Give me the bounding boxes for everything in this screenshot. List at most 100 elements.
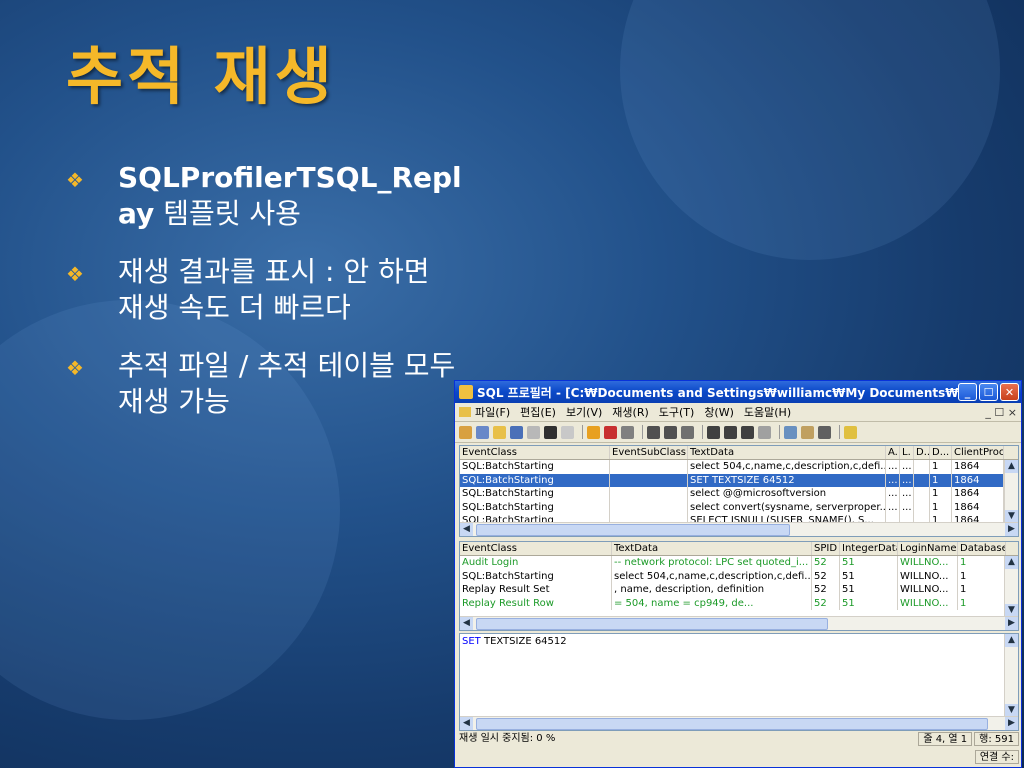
scroll-right-icon[interactable]: ▶ <box>1005 717 1018 730</box>
vertical-icon[interactable] <box>741 425 754 439</box>
minimize-button[interactable]: _ <box>958 383 977 401</box>
table-cell: ... <box>886 500 900 514</box>
table-row[interactable]: SQL:BatchStarting select 504,c,name,c,des… <box>460 569 1018 583</box>
vertical-scrollbar[interactable]: ▲ ▼ <box>1004 556 1018 617</box>
menu-tools[interactable]: 도구(T) <box>659 404 695 420</box>
column-header[interactable]: DatabaseI <box>958 542 1006 555</box>
table-cell: ... <box>900 487 914 501</box>
background-glow <box>620 0 1000 260</box>
find-icon[interactable] <box>544 425 557 439</box>
table-cell: select 504,c,name,c,description,c,defi..… <box>690 460 886 474</box>
run-to-cursor-icon[interactable] <box>664 425 677 439</box>
new-template-icon[interactable] <box>476 425 489 439</box>
column-header[interactable]: EventClass <box>460 542 612 555</box>
folder-icon <box>459 407 471 417</box>
table-cell: 52 <box>812 569 840 583</box>
menu-view[interactable]: 보기(V) <box>566 404 602 420</box>
start-replay-icon[interactable] <box>587 425 600 439</box>
trace-events-grid[interactable]: EventClass EventSubClass TextData A. L. … <box>459 445 1019 537</box>
vertical-scrollbar[interactable]: ▲ ▼ <box>1004 460 1018 523</box>
scroll-left-icon[interactable]: ◀ <box>460 717 473 730</box>
column-header[interactable]: LoginName <box>898 542 958 555</box>
close-button[interactable]: ✕ <box>1000 383 1019 401</box>
scroll-thumb[interactable] <box>476 524 790 536</box>
clear-icon[interactable] <box>561 425 574 439</box>
table-cell: 1864 <box>952 487 1004 501</box>
stop-icon[interactable] <box>621 425 634 439</box>
table-cell: select @@microsoftversion <box>688 487 886 501</box>
toolbar-separator <box>582 425 583 439</box>
scroll-thumb[interactable] <box>476 718 988 730</box>
scroll-thumb[interactable] <box>476 618 828 630</box>
text-data-pane[interactable]: SET TEXTSIZE 64512 ▲ ▼ ◀ ▶ <box>459 633 1019 731</box>
window-titlebar[interactable]: SQL 프로필러 - [C:₩Documents and Settings₩wi… <box>455 381 1021 403</box>
table-cell: WILLNO... <box>898 556 958 570</box>
table-cell: 52 <box>812 583 840 597</box>
bullet-list: ❖ SQLProfilerTSQL_Replay 템플릿 사용 ❖ 재생 결과를… <box>66 160 466 442</box>
table-row[interactable]: Replay Result Row = 504, name = cp949, d… <box>460 596 1018 610</box>
tile-icon[interactable] <box>707 425 720 439</box>
vertical-scrollbar[interactable]: ▲ ▼ <box>1004 634 1018 717</box>
menu-edit[interactable]: 편집(E) <box>520 404 556 420</box>
column-header[interactable]: TextData <box>688 446 886 459</box>
table-row[interactable]: SQL:BatchStarting select convert(sysname,… <box>460 500 1018 514</box>
menu-help[interactable]: 도움말(H) <box>744 404 791 420</box>
table-cell: 1 <box>930 460 952 474</box>
save-icon[interactable] <box>510 425 523 439</box>
column-header[interactable]: TextData <box>612 542 812 555</box>
scroll-up-icon[interactable]: ▲ <box>1005 460 1018 473</box>
table-cell: 1 <box>958 556 1006 570</box>
open-icon[interactable] <box>493 425 506 439</box>
grid-header: EventClass EventSubClass TextData A. L. … <box>460 446 1018 460</box>
scroll-right-icon[interactable]: ▶ <box>1005 617 1018 630</box>
table-cell: 1864 <box>952 500 1004 514</box>
column-header[interactable]: A. <box>886 446 900 459</box>
table-row[interactable]: SQL:BatchStarting select 504,c,name,c,des… <box>460 460 1018 474</box>
bullet-item: ❖ 재생 결과를 표시 : 안 하면 재생 속도 더 빠르다 <box>66 254 448 326</box>
menu-window[interactable]: 창(W) <box>704 404 734 420</box>
query-analyzer-icon[interactable] <box>784 425 797 439</box>
breakpoint-icon[interactable] <box>681 425 694 439</box>
tuning-icon[interactable] <box>801 425 814 439</box>
mdi-window-controls[interactable]: _ ☐ × <box>985 406 1017 419</box>
column-header[interactable]: D.. <box>914 446 930 459</box>
bullet-item: ❖ 추적 파일 / 추적 테이블 모두 재생 가능 <box>66 348 466 420</box>
app-icon <box>459 385 473 399</box>
step-icon[interactable] <box>647 425 660 439</box>
table-row[interactable]: SQL:BatchStarting SET TEXTSIZE 64512.....… <box>460 473 1018 487</box>
horizontal-scrollbar[interactable]: ◀ ▶ <box>460 716 1018 730</box>
table-cell: , name, description, definition <box>612 583 812 597</box>
template-icon[interactable] <box>818 425 831 439</box>
menu-file[interactable]: 파일(F) <box>475 404 510 420</box>
maximize-button[interactable]: ☐ <box>979 383 998 401</box>
column-header[interactable]: SPID <box>812 542 840 555</box>
scroll-up-icon[interactable]: ▲ <box>1005 634 1018 647</box>
column-header[interactable]: EventSubClass <box>610 446 688 459</box>
table-row[interactable]: Replay Result Set, name, description, de… <box>460 583 1018 597</box>
horizontal-scrollbar[interactable]: ◀ ▶ <box>460 522 1018 536</box>
scroll-right-icon[interactable]: ▶ <box>1005 523 1018 536</box>
horizontal-scrollbar[interactable]: ◀ ▶ <box>460 616 1018 630</box>
properties-icon[interactable] <box>527 425 540 439</box>
column-header[interactable]: ClientProc <box>952 446 1004 459</box>
column-header[interactable]: EventClass <box>460 446 610 459</box>
replay-results-grid[interactable]: EventClass TextData SPID IntegerData Log… <box>459 541 1019 631</box>
grid-header: EventClass TextData SPID IntegerData Log… <box>460 542 1018 556</box>
pause-icon[interactable] <box>604 425 617 439</box>
column-header[interactable]: IntegerData <box>840 542 898 555</box>
column-header[interactable]: D... <box>930 446 952 459</box>
column-header[interactable]: L. <box>900 446 914 459</box>
horizontal-icon[interactable] <box>724 425 737 439</box>
cascade-icon[interactable] <box>758 425 771 439</box>
table-cell: 1864 <box>952 460 1004 474</box>
table-row[interactable]: Audit Login -- network protocol: LPC set … <box>460 556 1018 570</box>
scroll-left-icon[interactable]: ◀ <box>460 617 473 630</box>
table-cell: ... <box>886 487 900 501</box>
menu-replay[interactable]: 재생(R) <box>612 404 648 420</box>
new-trace-icon[interactable] <box>459 425 472 439</box>
scroll-up-icon[interactable]: ▲ <box>1005 556 1018 569</box>
help-icon[interactable] <box>844 425 857 439</box>
scroll-left-icon[interactable]: ◀ <box>460 523 473 536</box>
table-cell: SQL:BatchStarting <box>460 487 610 501</box>
table-row[interactable]: SQL:BatchStarting select @@microsoftversi… <box>460 487 1018 501</box>
